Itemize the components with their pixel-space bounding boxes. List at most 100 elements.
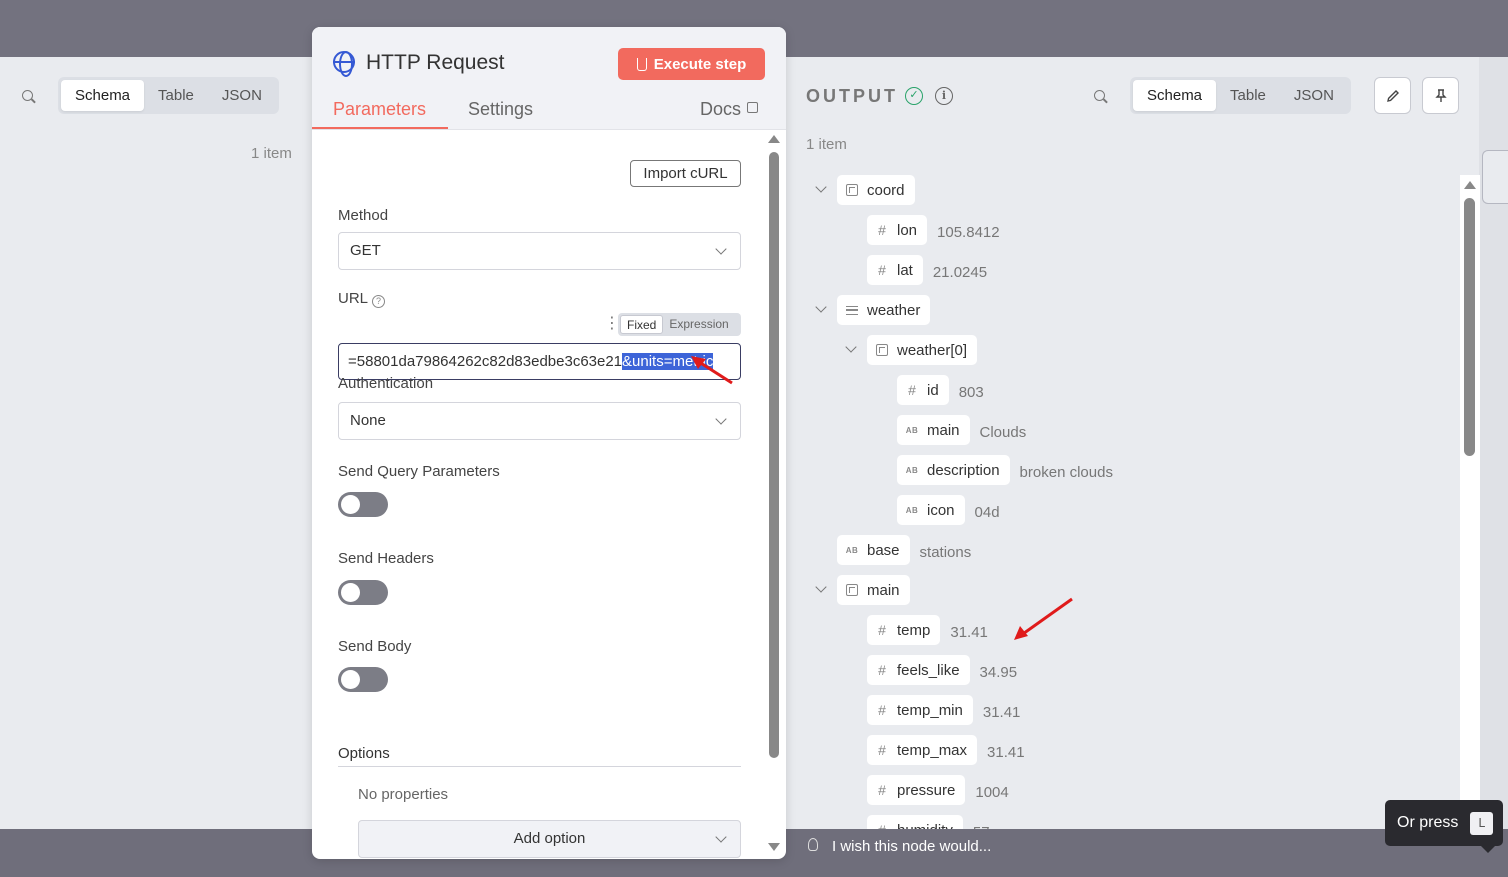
method-value: GET [350,242,381,259]
tree-node-description[interactable]: AB description broken clouds [897,455,1113,485]
help-icon[interactable]: ? [372,295,386,308]
tree-node-weather[interactable]: weather [837,295,931,325]
output-item-count: 1 item [806,136,847,153]
scroll-thumb[interactable] [769,152,779,758]
string-icon: AB [905,465,919,475]
chevron-down-icon [715,413,727,425]
tree-node-humidity-clip: #humidity 57 [867,815,990,829]
import-curl-button[interactable]: Import cURL [630,160,741,187]
chevron-down-icon [715,243,727,255]
docs-link[interactable]: Docs [700,99,759,120]
collapse-weather-chevron-icon[interactable] [816,303,826,313]
scroll-thumb[interactable] [1464,198,1475,456]
tree-value: stations [919,543,972,561]
tree-node-temp-max[interactable]: # temp_max 31.41 [867,735,1025,765]
output-view-json[interactable]: JSON [1280,80,1348,111]
tree-key: weather [867,301,921,319]
tree-key: lat [897,261,913,279]
tree-node-icon[interactable]: AB icon 04d [897,495,1000,525]
docs-label: Docs [700,99,742,119]
authentication-value: None [350,412,386,429]
tree-node-weather-0[interactable]: weather[0] [867,335,978,365]
tab-parameters[interactable]: Parameters [333,99,426,120]
tree-node-weather-main[interactable]: AB main Clouds [897,415,1026,445]
tree-node-lat[interactable]: # lat 21.0245 [867,255,987,285]
number-icon: # [878,742,886,758]
pin-data-button[interactable] [1422,77,1459,114]
external-link-icon [747,102,759,113]
output-view-table[interactable]: Table [1216,80,1280,111]
keyboard-hint-tooltip: Or press L [1385,800,1503,853]
tree-node-lon[interactable]: # lon 105.8412 [867,215,1000,245]
input-view-json[interactable]: JSON [208,80,276,111]
keyboard-key: L [1470,811,1494,835]
edit-output-button[interactable] [1374,77,1411,114]
tree-node-feels-like[interactable]: # feels_like 34.95 [867,655,1017,685]
object-icon [876,344,888,356]
collapse-coord-chevron-icon[interactable] [816,183,826,193]
url-mode-fixed[interactable]: Fixed [620,315,664,334]
tree-node-pressure[interactable]: # pressure 1004 [867,775,1009,805]
string-icon: AB [905,505,919,515]
node-title[interactable]: HTTP Request [366,51,505,75]
tree-key: temp [897,621,931,639]
input-item-count: 1 item [251,145,292,162]
tree-value: 57 [973,820,990,830]
tree-node-coord[interactable]: coord [837,175,915,205]
method-label: Method [338,207,389,224]
no-properties-text: No properties [358,786,449,803]
tree-value: 31.41 [950,623,988,641]
tree-key: temp_min [897,701,963,719]
tree-value: 1004 [975,783,1009,801]
tree-node-main[interactable]: main [837,575,910,605]
url-text: =58801da79864262c82d83edbe3c63e21 [348,353,623,370]
output-scrollbar[interactable] [1460,175,1480,829]
tree-node-base[interactable]: AB base stations [837,535,971,565]
tree-node-temp-min[interactable]: # temp_min 31.41 [867,695,1020,725]
scroll-up-icon[interactable] [768,135,780,143]
search-icon[interactable] [22,90,36,104]
tree-key: lon [897,221,918,239]
chevron-down-icon [715,831,727,843]
tree-value: 803 [958,383,984,401]
method-select[interactable]: GET [338,232,741,270]
scroll-down-icon[interactable] [768,843,780,851]
tree-node-id[interactable]: # id 803 [897,375,984,405]
tree-key: feels_like [897,661,960,679]
output-view-schema[interactable]: Schema [1133,80,1217,111]
execute-step-button[interactable]: Execute step [618,48,765,80]
add-option-button[interactable]: Add option [358,820,741,858]
send-query-toggle[interactable] [338,492,388,517]
output-search-icon[interactable] [1094,90,1108,104]
scroll-up-icon[interactable] [1464,181,1476,189]
active-tab-indicator [312,127,448,129]
collapse-main-chevron-icon[interactable] [816,583,826,593]
modal-scrollbar[interactable] [767,135,781,855]
tree-value: 31.41 [987,743,1025,761]
authentication-select[interactable]: None [338,402,741,440]
modal-body: Import cURL Method GET URL? ⋮ Fixed Expr… [312,130,786,859]
collapse-weather0-chevron-icon[interactable] [846,343,856,353]
send-headers-toggle[interactable] [338,580,388,605]
number-icon: # [878,222,886,238]
node-modal: HTTP Request Execute step Parameters Set… [312,27,786,859]
tree-value: 04d [974,503,1000,521]
lightbulb-icon [808,838,818,851]
url-label: URL? [338,290,386,308]
array-icon [846,305,858,315]
object-icon [846,184,858,196]
tree-node-humidity[interactable]: #humidity 57 [867,815,990,829]
tab-settings[interactable]: Settings [468,99,533,120]
input-view-schema[interactable]: Schema [61,80,145,111]
string-icon: AB [905,425,919,435]
info-icon[interactable]: i [935,87,953,105]
url-mode-toggle: Fixed Expression [618,313,741,336]
feedback-prompt[interactable]: I wish this node would... [832,838,991,855]
flask-icon [636,57,647,71]
input-view-table[interactable]: Table [144,80,208,111]
url-mode-expression[interactable]: Expression [663,315,734,334]
send-body-toggle[interactable] [338,667,388,692]
tree-value: Clouds [979,423,1027,441]
number-icon: # [878,622,886,638]
tree-node-temp[interactable]: # temp 31.41 [867,615,988,645]
